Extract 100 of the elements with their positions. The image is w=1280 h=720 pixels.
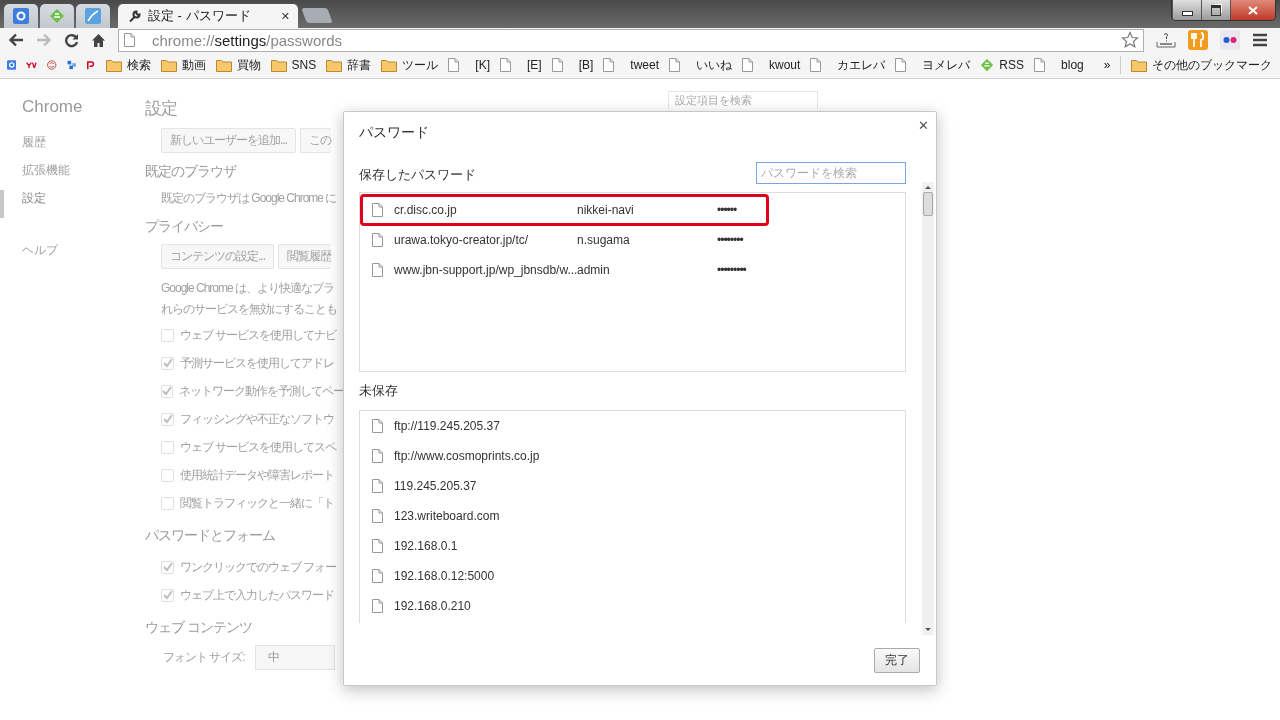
checkbox[interactable] xyxy=(161,440,174,454)
bookmark-item[interactable]: SNS xyxy=(270,58,317,72)
bookmark-item[interactable]: 辞書 xyxy=(326,56,372,74)
bookmark-icon[interactable] xyxy=(7,57,17,73)
close-tab-icon[interactable]: ✕ xyxy=(280,9,290,23)
close-button[interactable] xyxy=(1230,0,1275,20)
username-text: admin xyxy=(577,263,611,277)
page-icon xyxy=(499,58,511,72)
checkbox[interactable] xyxy=(161,412,174,426)
checkbox-label: ウェブ サービスを使用してナビ xyxy=(180,326,337,344)
page-icon xyxy=(372,203,383,217)
scrollbar[interactable] xyxy=(922,182,934,635)
checkbox[interactable] xyxy=(161,588,174,602)
checkbox-label: 予測サービスを使用してアドレ xyxy=(180,354,334,372)
site-text[interactable]: 123.writeboard.com xyxy=(394,509,577,523)
bookmark-icon[interactable] xyxy=(47,57,57,73)
site-text[interactable]: 192.168.0.210 xyxy=(394,599,577,613)
description-text: 既定のブラウザは Google Chrome に xyxy=(160,190,338,207)
checkbox-label: ウェブ サービスを使用してスペ xyxy=(180,438,337,456)
page-icon xyxy=(448,58,460,72)
done-button[interactable]: 完了 xyxy=(874,647,920,673)
bookmark-item[interactable]: ツール xyxy=(381,56,439,74)
close-icon[interactable]: ✕ xyxy=(918,118,929,133)
nav-item[interactable]: 設定 xyxy=(0,190,46,218)
browser-tab[interactable]: 設定 - パスワード ✕ xyxy=(118,4,298,28)
checkbox-label: 閲覧トラフィックと一緒に「ト xyxy=(180,494,334,512)
dots-icon[interactable] xyxy=(1220,30,1240,50)
checkbox[interactable] xyxy=(161,468,174,482)
scrollbar-thumb[interactable] xyxy=(923,192,933,216)
square-icon xyxy=(13,8,29,24)
fork-knife-icon[interactable] xyxy=(1188,30,1208,50)
browser-tab[interactable] xyxy=(4,4,38,28)
page-icon xyxy=(895,58,907,72)
leaf-icon xyxy=(980,58,995,72)
username-text: n.sugama xyxy=(577,233,631,247)
page-title: 設定 xyxy=(145,98,178,120)
leaf-icon xyxy=(49,8,65,24)
folder-icon xyxy=(270,58,287,72)
section-heading: 未保存 xyxy=(359,382,399,400)
page-icon xyxy=(742,58,753,72)
site-text: urawa.tokyo-creator.jp/tc/ xyxy=(394,233,530,247)
folder-icon xyxy=(326,58,343,72)
reload-icon[interactable] xyxy=(64,32,79,48)
section-heading: 既定のブラウザ xyxy=(145,163,238,181)
bookmark-item[interactable]: 買物 xyxy=(215,56,261,74)
password-row[interactable]: urawa.tokyo-creator.jp/tc/ n.sugama •••••••• xyxy=(360,225,905,255)
bookmark-item[interactable]: 動画 xyxy=(160,56,206,74)
checkbox-label: フィッシングや不正なソフトウ xyxy=(180,410,334,428)
page-icon xyxy=(372,569,383,583)
site-text[interactable]: 119.245.205.37 xyxy=(394,479,577,493)
bookmark-item[interactable]: [K] xyxy=(448,58,490,72)
site-text[interactable]: ftp://www.cosmoprints.co.jp xyxy=(394,449,577,463)
bookmark-item[interactable]: その他のブックマーク xyxy=(1131,56,1272,74)
bookmark-item[interactable]: blog xyxy=(1034,58,1084,72)
checkbox[interactable] xyxy=(161,328,174,342)
folder-icon xyxy=(1131,58,1147,72)
bookmark-item[interactable]: 検索 xyxy=(105,56,151,74)
bookmark-item[interactable]: tweet xyxy=(603,58,659,72)
password-row[interactable]: cr.disc.co.jp nikkei-navi •••••• xyxy=(361,195,768,225)
site-text: cr.disc.co.jp xyxy=(394,203,458,217)
bookmark-item[interactable]: RSS xyxy=(980,58,1025,72)
page-icon xyxy=(1034,58,1046,72)
new-tab-button[interactable] xyxy=(301,8,333,23)
star-icon[interactable] xyxy=(1121,31,1139,49)
password-text: •••••• xyxy=(717,203,737,217)
bookmark-item[interactable]: いいね xyxy=(669,56,732,74)
address-bar[interactable]: chrome://settings/passwords xyxy=(118,28,1144,52)
site-text[interactable]: 192.168.0.12:5000 xyxy=(394,569,577,583)
folder-icon xyxy=(215,58,232,72)
page-icon xyxy=(372,419,383,433)
checkbox[interactable] xyxy=(161,496,174,510)
checkbox[interactable] xyxy=(161,560,174,574)
back-icon[interactable] xyxy=(8,33,24,47)
maximize-button[interactable] xyxy=(1201,0,1230,20)
section-heading: プライバシー xyxy=(145,218,224,236)
overflow-chevron[interactable]: » xyxy=(1103,58,1111,72)
password-text: ••••••••• xyxy=(717,263,746,277)
dialog-title: パスワード xyxy=(359,124,429,142)
description-text: れらのサービスを無効にすることも xyxy=(160,301,338,318)
bookmark-item[interactable]: [B] xyxy=(551,58,594,72)
username-text: nikkei-navi xyxy=(577,203,635,217)
section-heading: パスワードとフォーム xyxy=(145,527,276,545)
site-text[interactable]: ftp://119.245.205.37 xyxy=(394,419,577,433)
site-text: www.jbn-support.jp/wp_jbnsdb/w... xyxy=(394,263,577,277)
password-row[interactable]: www.jbn-support.jp/wp_jbnsdb/w...admin ••••••••• xyxy=(360,255,905,285)
bookmark-item[interactable]: ヨメレバ xyxy=(895,56,971,74)
menu-icon[interactable] xyxy=(1252,33,1268,47)
site-text[interactable]: 192.168.0.1 xyxy=(394,539,577,553)
tray-icon[interactable] xyxy=(1156,31,1176,49)
bookmark-icon[interactable] xyxy=(26,59,38,71)
page-icon xyxy=(551,58,563,72)
minimize-button[interactable] xyxy=(1172,0,1201,20)
home-icon[interactable] xyxy=(91,32,106,48)
page-icon xyxy=(372,233,383,247)
bookmark-item[interactable]: [E] xyxy=(499,58,542,72)
bookmark-item[interactable]: カエレバ xyxy=(810,56,886,74)
checkbox[interactable] xyxy=(161,356,174,370)
search-field[interactable]: パスワードを検索 xyxy=(756,162,906,184)
checkbox[interactable] xyxy=(161,384,173,398)
bookmark-item[interactable]: kwout xyxy=(742,58,801,72)
